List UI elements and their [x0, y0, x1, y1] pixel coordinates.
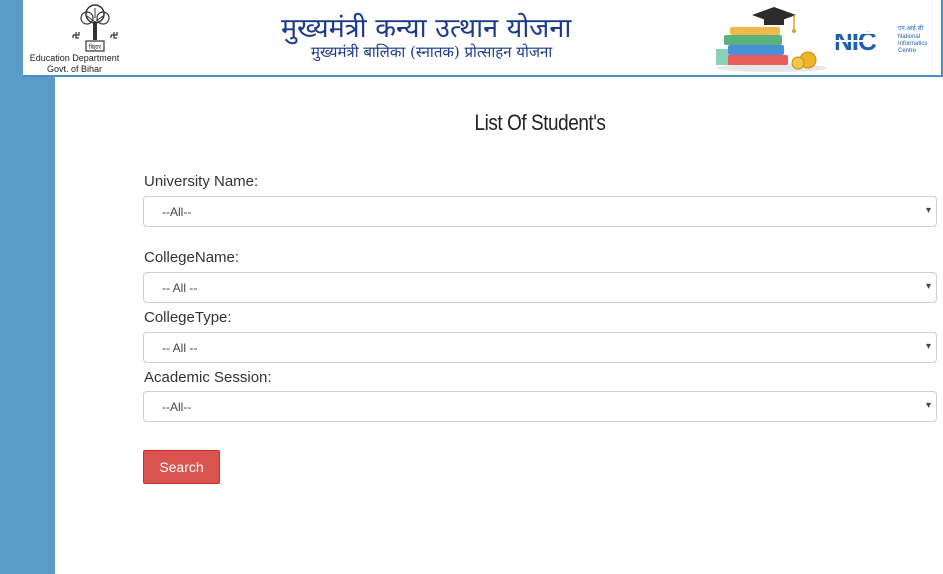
scheme-title: मुख्यमंत्री कन्या उत्थान योजना — [281, 13, 572, 44]
chevron-down-icon: ▾ — [925, 341, 931, 352]
svg-text:Centre: Centre — [898, 48, 917, 54]
college-type-select[interactable]: -- All -- ▾ — [143, 332, 937, 363]
college-name-select[interactable]: -- All -- ▾ — [143, 272, 937, 303]
svg-text:National: National — [898, 34, 920, 40]
nic-logo-icon: NIC एन.आई.सी National Informatics Centre — [834, 24, 927, 56]
bihar-emblem-icon: बिहार — [72, 4, 118, 52]
svg-text:Informatics: Informatics — [898, 41, 927, 47]
university-name-label: University Name: — [144, 173, 259, 190]
scheme-subtitle: मुख्यमंत्री बालिका (स्नातक) प्रोत्साहन य… — [311, 43, 553, 61]
college-name-value: -- All -- — [162, 281, 198, 295]
university-name-value: --All-- — [162, 205, 192, 219]
department-name: Education Department Govt. of Bihar — [29, 53, 120, 74]
college-name-label: CollegeName: — [144, 249, 240, 266]
search-button[interactable]: Search — [143, 450, 220, 484]
svg-text:बिहार: बिहार — [89, 43, 102, 51]
svg-text:एन.आई.सी: एन.आई.सी — [898, 24, 924, 32]
chevron-down-icon: ▾ — [925, 205, 931, 216]
books-graduation-cap-icon — [716, 7, 827, 72]
header-banner: बिहार Education Department Govt. of Biha… — [23, 0, 943, 77]
page-title: List Of Student's — [474, 110, 606, 135]
academic-session-label: Academic Session: — [144, 369, 272, 386]
university-name-select[interactable]: --All-- ▾ — [143, 196, 937, 227]
academic-session-select[interactable]: --All-- ▾ — [143, 391, 937, 422]
chevron-down-icon: ▾ — [925, 281, 931, 292]
college-type-value: -- All -- — [162, 341, 198, 355]
left-sidebar — [0, 0, 55, 574]
college-type-label: CollegeType: — [144, 309, 232, 326]
chevron-down-icon: ▾ — [925, 400, 931, 411]
academic-session-value: --All-- — [162, 400, 192, 414]
